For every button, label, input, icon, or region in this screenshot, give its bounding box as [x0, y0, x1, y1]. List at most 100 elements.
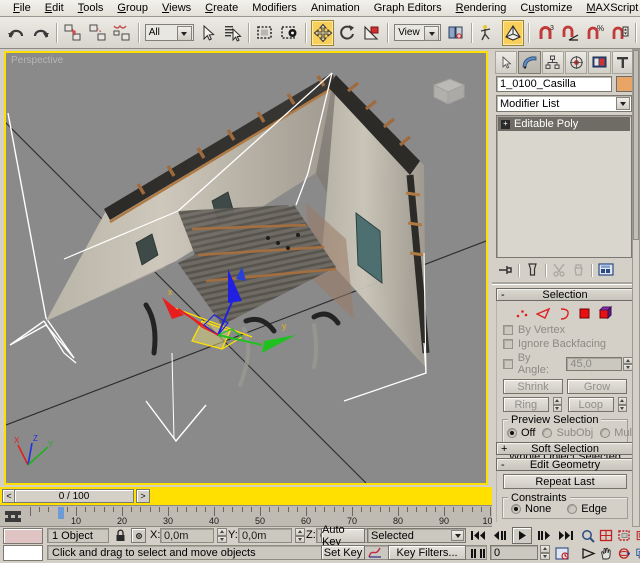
- previous-frame-icon[interactable]: [490, 527, 510, 544]
- object-color-swatch[interactable]: [616, 76, 633, 92]
- grow-button[interactable]: Grow: [567, 379, 627, 394]
- percent-snap-toggle-icon[interactable]: %: [584, 20, 607, 46]
- hierarchy-tab[interactable]: [542, 51, 564, 74]
- snap-toggle-3d-icon[interactable]: 3: [534, 20, 557, 46]
- open-mini-curve-editor-icon[interactable]: [2, 508, 24, 526]
- modifier-list-dropdown[interactable]: Modifier List: [496, 95, 632, 112]
- go-to-start-icon[interactable]: [468, 527, 488, 544]
- next-frame-arrow[interactable]: >: [136, 489, 150, 503]
- shrink-button[interactable]: Shrink: [503, 379, 563, 394]
- chevron-down-icon[interactable]: [424, 26, 439, 41]
- bind-to-space-warp-icon[interactable]: [111, 20, 134, 46]
- checkbox-box[interactable]: [503, 339, 513, 349]
- ignore-backfacing-checkbox[interactable]: Ignore Backfacing: [503, 338, 633, 350]
- edit-geometry-rollout-header[interactable]: - Edit Geometry: [496, 458, 634, 471]
- current-frame-field[interactable]: 0: [490, 545, 538, 560]
- key-mode-dropdown[interactable]: Selected: [367, 528, 466, 543]
- select-and-scale-icon[interactable]: [361, 20, 384, 46]
- display-tab[interactable]: [588, 51, 610, 74]
- menu-edit[interactable]: Edit: [38, 1, 71, 15]
- y-spinner[interactable]: [295, 528, 305, 543]
- element-icon[interactable]: [599, 306, 615, 320]
- border-icon[interactable]: [558, 307, 571, 320]
- time-slider-handle[interactable]: 0 / 100: [14, 489, 134, 503]
- object-name-input[interactable]: 1_0100_Casilla: [496, 76, 612, 92]
- by-vertex-checkbox[interactable]: By Vertex: [503, 324, 633, 336]
- selection-lock-toggle-icon[interactable]: [131, 528, 146, 543]
- loop-spinner[interactable]: [618, 397, 627, 412]
- chevron-down-icon[interactable]: [451, 530, 464, 541]
- angle-snap-toggle-icon[interactable]: [559, 20, 582, 46]
- zoom-icon[interactable]: [578, 527, 598, 544]
- window-crossing-toggle-icon[interactable]: [279, 20, 302, 46]
- expand-toggle-icon[interactable]: +: [501, 443, 507, 455]
- selection-rollout-header[interactable]: - Selection: [496, 288, 634, 301]
- menu-views[interactable]: Views: [155, 1, 198, 15]
- select-and-rotate-icon[interactable]: [336, 20, 359, 46]
- menu-rendering[interactable]: Rendering: [449, 1, 514, 15]
- spinner-snap-toggle-icon[interactable]: [608, 20, 631, 46]
- auto-key-button[interactable]: Auto Key: [321, 528, 365, 543]
- soft-selection-rollout-header[interactable]: + Soft Selection: [496, 442, 634, 455]
- select-and-move-button[interactable]: [311, 20, 334, 46]
- play-animation-icon[interactable]: [512, 527, 532, 544]
- menu-create[interactable]: Create: [198, 1, 245, 15]
- maximize-viewport-icon[interactable]: [632, 545, 640, 562]
- constraint-none-radio[interactable]: None: [511, 503, 551, 515]
- time-configuration-icon[interactable]: [552, 545, 572, 562]
- mini-listener-pink[interactable]: [3, 528, 43, 544]
- vertex-icon[interactable]: [515, 307, 529, 320]
- track-bar[interactable]: 102030405060708090100: [0, 505, 492, 527]
- repeat-last-button[interactable]: Repeat Last: [503, 474, 627, 489]
- modifier-stack-item[interactable]: + Editable Poly: [498, 117, 630, 131]
- field-of-view-icon[interactable]: [578, 545, 598, 562]
- constraint-edge-radio[interactable]: Edge: [567, 503, 607, 515]
- zoom-extents-icon[interactable]: [614, 527, 634, 544]
- selection-filter-dropdown[interactable]: All: [145, 24, 194, 41]
- checkbox-box[interactable]: [503, 325, 513, 335]
- loop-button[interactable]: Loop: [568, 397, 614, 412]
- menu-graph-editors[interactable]: Graph Editors: [367, 1, 449, 15]
- select-by-name-icon[interactable]: [221, 20, 244, 46]
- viewport-label[interactable]: Perspective: [11, 55, 63, 66]
- undo-button[interactable]: [4, 20, 27, 46]
- by-angle-value[interactable]: 45,0: [566, 357, 622, 371]
- rectangular-selection-region-icon[interactable]: [254, 20, 277, 46]
- redo-button[interactable]: [29, 20, 52, 46]
- edge-icon[interactable]: [536, 307, 551, 320]
- reference-coordinate-dropdown[interactable]: View: [394, 24, 441, 41]
- x-coordinate-field[interactable]: 0,0m: [160, 528, 214, 543]
- x-spinner[interactable]: [217, 528, 227, 543]
- chevron-down-icon[interactable]: [177, 26, 192, 41]
- modify-tab[interactable]: [518, 51, 540, 74]
- scrollbar-thumb[interactable]: [633, 50, 639, 240]
- modifier-stack-list[interactable]: + Editable Poly: [496, 115, 632, 258]
- set-key-curve-icon[interactable]: [367, 545, 383, 560]
- menu-tools[interactable]: Tools: [71, 1, 111, 15]
- select-and-link-icon[interactable]: [62, 20, 85, 46]
- snaps-toggle-icon[interactable]: [502, 20, 525, 46]
- collapse-toggle-icon[interactable]: -: [501, 289, 505, 301]
- select-object-icon[interactable]: [197, 20, 220, 46]
- pan-icon[interactable]: [596, 545, 616, 562]
- menu-modifiers[interactable]: Modifiers: [245, 1, 304, 15]
- key-mode-toggle-icon[interactable]: [468, 545, 488, 562]
- polygon-icon[interactable]: [578, 307, 592, 320]
- preview-subobj-radio[interactable]: SubObj: [542, 427, 593, 439]
- expand-icon[interactable]: +: [501, 120, 510, 129]
- create-tab[interactable]: [495, 51, 517, 74]
- set-key-button[interactable]: Set Key: [321, 545, 365, 560]
- use-pivot-point-center-icon[interactable]: [444, 20, 467, 46]
- menu-animation[interactable]: Animation: [304, 1, 367, 15]
- key-filters-button[interactable]: Key Filters...: [388, 545, 466, 560]
- menu-group[interactable]: Group: [110, 1, 155, 15]
- by-angle-checkbox[interactable]: [503, 359, 513, 369]
- unlink-selection-icon[interactable]: [86, 20, 109, 46]
- zoom-region-icon[interactable]: [632, 527, 640, 544]
- perspective-viewport[interactable]: Perspective: [4, 51, 488, 485]
- mini-listener-white[interactable]: [3, 545, 43, 561]
- menu-file[interactable]: FFileile: [6, 1, 38, 15]
- select-and-manipulate-icon[interactable]: [477, 20, 500, 46]
- utilities-tab[interactable]: [612, 51, 634, 74]
- motion-tab[interactable]: [565, 51, 587, 74]
